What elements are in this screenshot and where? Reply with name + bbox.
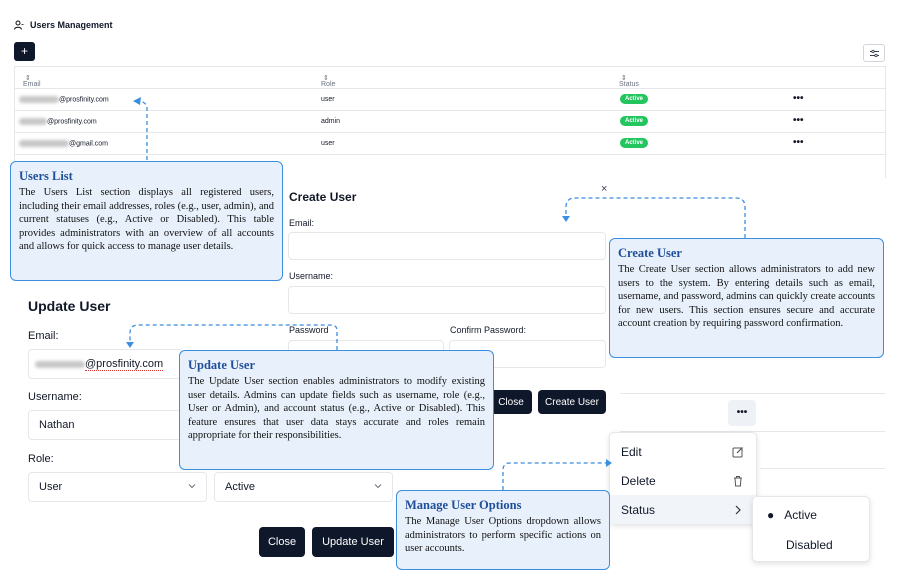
user-icon <box>14 20 24 30</box>
callout-create-user: Create User The Create User section allo… <box>609 238 884 358</box>
table-row: @prosfinity.com user Active ••• <box>15 89 885 111</box>
row-actions-button[interactable]: ••• <box>793 137 804 148</box>
status-option-active[interactable]: ● Active <box>767 508 817 522</box>
create-email-label: Email: <box>289 218 315 228</box>
status-badge: Active <box>620 94 649 104</box>
actions-menu-trigger[interactable]: ••• <box>728 400 756 426</box>
create-confirm-password-label: Confirm Password: <box>450 325 527 335</box>
page-title: Users Management <box>30 20 113 30</box>
update-email-label: Email: <box>28 330 59 342</box>
callout-title: Manage User Options <box>405 498 522 512</box>
callout-manage-user-options: Manage User Options The Manage User Opti… <box>396 490 610 570</box>
redacted-email <box>19 140 69 147</box>
role-cell: admin <box>321 118 341 125</box>
table-header: Email ⇕ Role ⇕ Status ⇕ <box>15 67 885 89</box>
trash-icon <box>734 475 742 486</box>
user-options-menu: Edit Delete Status <box>609 432 757 524</box>
chevron-down-icon <box>188 484 196 489</box>
row-actions-button[interactable]: ••• <box>793 93 804 104</box>
update-user-submit-button[interactable]: Update User <box>312 527 394 557</box>
callout-title: Update User <box>188 358 256 372</box>
divider <box>620 393 885 394</box>
update-email-input[interactable]: @prosfinity.com <box>28 349 183 379</box>
callout-body: The Users List section displays all regi… <box>19 187 275 253</box>
status-submenu: ● Active Disabled <box>752 496 870 562</box>
email-cell: @prosfinity.com <box>19 96 109 103</box>
callout-body: The Update User section enables administ… <box>188 376 485 442</box>
divider <box>760 468 885 469</box>
create-username-input[interactable] <box>288 286 606 314</box>
email-cell: @gmail.com <box>19 140 108 147</box>
status-badge: Active <box>620 138 649 148</box>
create-password-label: Password <box>289 325 329 335</box>
menu-item-status[interactable]: Status <box>610 495 756 524</box>
role-cell: user <box>321 140 335 147</box>
close-icon[interactable]: × <box>601 183 607 195</box>
email-cell: @prosfinity.com <box>19 118 97 125</box>
callout-title: Users List <box>19 169 73 183</box>
update-username-label: Username: <box>28 391 82 403</box>
redacted-email <box>19 118 47 125</box>
column-header-email[interactable]: Email ⇕ <box>23 74 41 88</box>
callout-body: The Manage User Options dropdown allows … <box>405 516 601 555</box>
create-email-input[interactable] <box>288 232 606 260</box>
create-username-label: Username: <box>289 271 334 281</box>
update-role-label: Role: <box>28 453 54 465</box>
update-user-title: Update User <box>28 298 111 314</box>
role-cell: user <box>321 96 335 103</box>
add-user-button[interactable]: + <box>14 42 35 61</box>
callout-title: Create User <box>618 246 682 260</box>
status-select[interactable]: Active <box>214 472 393 502</box>
table-row: @gmail.com user Active ••• <box>15 133 885 155</box>
redacted-email <box>19 96 59 103</box>
callout-users-list: Users List The Users List section displa… <box>10 161 283 281</box>
create-user-submit-button[interactable]: Create User <box>538 390 606 414</box>
column-header-status[interactable]: Status ⇕ <box>619 74 639 88</box>
redacted-email <box>35 360 85 368</box>
create-user-title: Create User <box>289 190 357 204</box>
selected-dot-icon: ● <box>767 508 775 522</box>
callout-body: The Create User section allows administr… <box>618 264 875 330</box>
update-username-input[interactable]: Nathan <box>28 410 183 440</box>
sliders-icon <box>870 49 879 58</box>
page-header: Users Management <box>14 20 113 30</box>
callout-update-user: Update User The Update User section enab… <box>179 350 494 470</box>
create-close-button[interactable]: Close <box>490 390 532 414</box>
row-actions-button[interactable]: ••• <box>793 115 804 126</box>
status-option-disabled[interactable]: Disabled <box>786 538 833 552</box>
edit-icon <box>732 446 743 457</box>
column-header-role[interactable]: Role ⇕ <box>321 74 335 88</box>
status-badge: Active <box>620 116 649 126</box>
menu-item-delete[interactable]: Delete <box>610 466 756 495</box>
table-row: @prosfinity.com admin Active ••• <box>15 111 885 133</box>
menu-item-edit[interactable]: Edit <box>610 437 756 466</box>
role-select[interactable]: User <box>28 472 207 502</box>
chevron-right-icon <box>735 505 741 514</box>
chevron-down-icon <box>374 484 382 489</box>
update-close-button[interactable]: Close <box>259 527 305 557</box>
filter-button[interactable] <box>863 44 885 62</box>
